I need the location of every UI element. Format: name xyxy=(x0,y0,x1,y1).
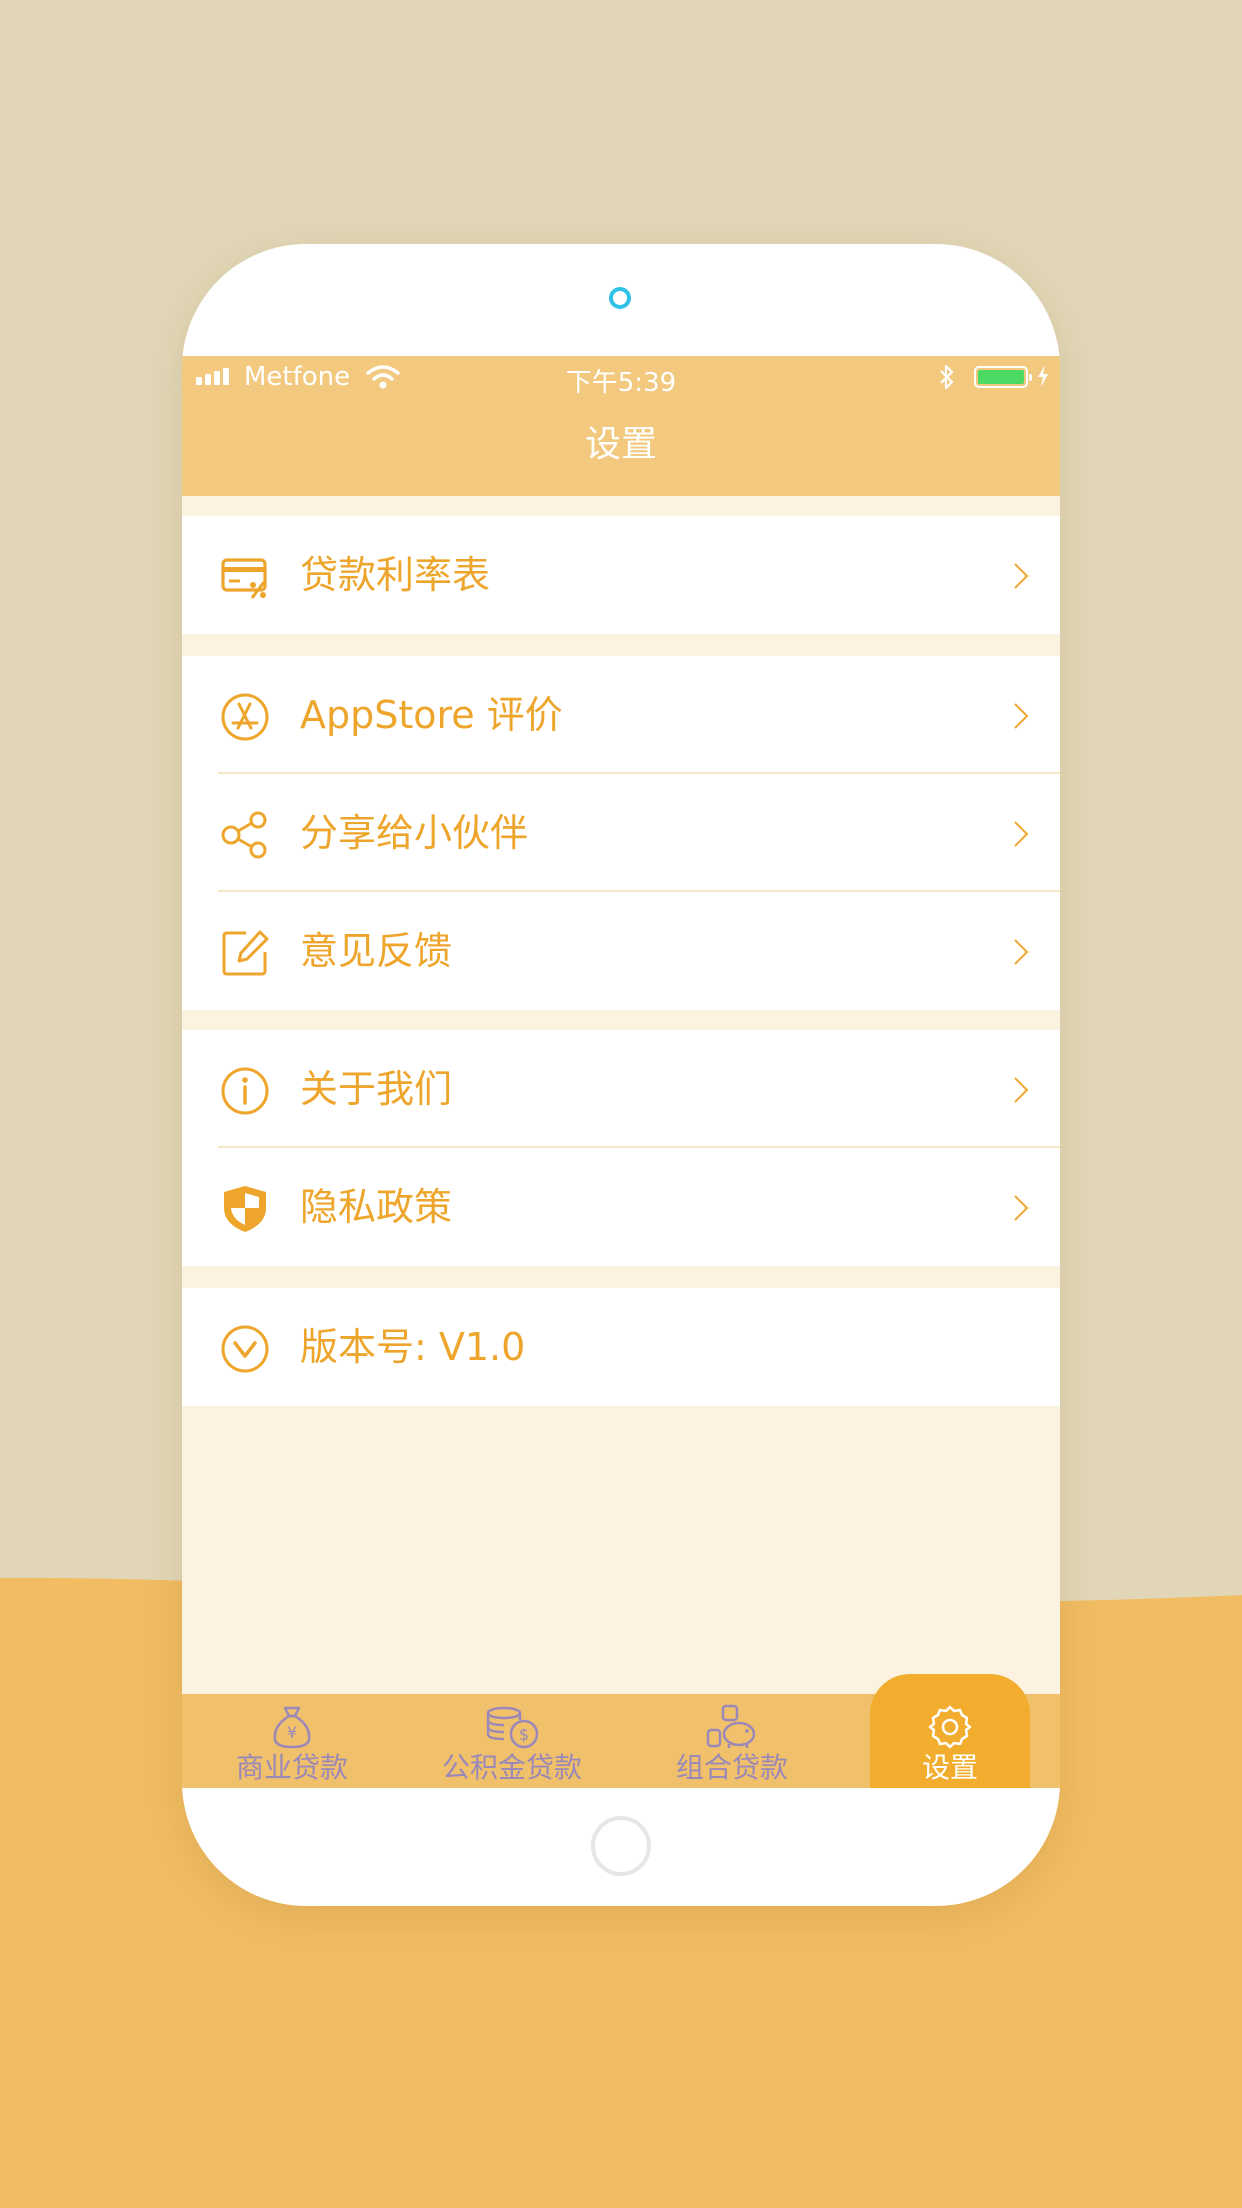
feedback-edit-icon xyxy=(222,930,269,976)
info-icon xyxy=(221,1067,269,1115)
menu-item-label: 分享给小伙伴 xyxy=(300,811,529,855)
menu-item-share[interactable]: 分享给小伙伴 xyxy=(182,774,1060,892)
coins-icon: $ xyxy=(486,1706,539,1749)
app-screen: Metfone 下午5:39 设置 贷款利率表 AppStore 评价 分享给小… xyxy=(182,356,1060,1788)
chevron-right-icon xyxy=(1014,821,1029,847)
status-bar: Metfone 下午5:39 xyxy=(182,356,1060,400)
chevron-right-icon xyxy=(1014,1195,1029,1221)
chevron-right-icon xyxy=(1014,1077,1029,1103)
nav-bar: 设置 xyxy=(182,400,1060,496)
chevron-right-icon xyxy=(1014,703,1029,729)
gear-icon xyxy=(928,1705,972,1749)
menu-item-rate-table[interactable]: 贷款利率表 xyxy=(182,516,1060,634)
tab-commercial-loan[interactable]: ¥ 商业贷款 xyxy=(182,1694,402,1788)
charging-icon xyxy=(1038,365,1048,387)
menu-item-label: AppStore 评价 xyxy=(300,693,563,737)
clock: 下午5:39 xyxy=(565,368,677,398)
tab-provident-fund-loan[interactable]: $ 公积金贷款 xyxy=(402,1694,622,1788)
version-down-icon xyxy=(221,1325,269,1373)
menu-item-label: 关于我们 xyxy=(300,1067,453,1111)
share-icon xyxy=(221,811,267,859)
tab-label: 公积金贷款 xyxy=(441,1751,582,1784)
tab-label: 商业贷款 xyxy=(235,1751,348,1784)
menu-item-appstore-review[interactable]: AppStore 评价 xyxy=(182,656,1060,774)
tab-settings[interactable]: 设置 xyxy=(870,1674,1030,1788)
battery-icon xyxy=(974,366,1032,388)
page-title: 设置 xyxy=(584,424,657,465)
bluetooth-icon xyxy=(940,364,954,390)
menu-item-about-us[interactable]: 关于我们 xyxy=(182,1030,1060,1148)
svg-text:$: $ xyxy=(519,1725,529,1744)
camera-dot xyxy=(609,287,631,309)
svg-text:¥: ¥ xyxy=(287,1723,297,1742)
piggy-bank-icon xyxy=(706,1704,756,1748)
rate-card-icon xyxy=(221,558,267,599)
appstore-icon xyxy=(221,693,269,741)
home-button[interactable] xyxy=(591,1816,651,1876)
tab-label: 组合贷款 xyxy=(675,1751,788,1784)
money-bag-icon: ¥ xyxy=(273,1706,311,1749)
menu-item-label: 意见反馈 xyxy=(300,929,453,973)
chevron-right-icon xyxy=(1014,563,1029,589)
version-label: 版本号: V1.0 xyxy=(300,1325,526,1369)
tab-label: 设置 xyxy=(921,1751,978,1784)
tab-combined-loan[interactable]: 组合贷款 xyxy=(622,1694,842,1788)
menu-item-feedback[interactable]: 意见反馈 xyxy=(182,892,1060,1010)
chevron-right-icon xyxy=(1014,939,1029,965)
menu-item-privacy-policy[interactable]: 隐私政策 xyxy=(182,1148,1060,1266)
phone-frame: Metfone 下午5:39 设置 贷款利率表 AppStore 评价 分享给小… xyxy=(182,244,1060,1906)
version-row: 版本号: V1.0 xyxy=(182,1288,1060,1406)
shield-icon xyxy=(224,1186,266,1232)
menu-item-label: 贷款利率表 xyxy=(300,553,491,597)
menu-item-label: 隐私政策 xyxy=(300,1185,453,1229)
